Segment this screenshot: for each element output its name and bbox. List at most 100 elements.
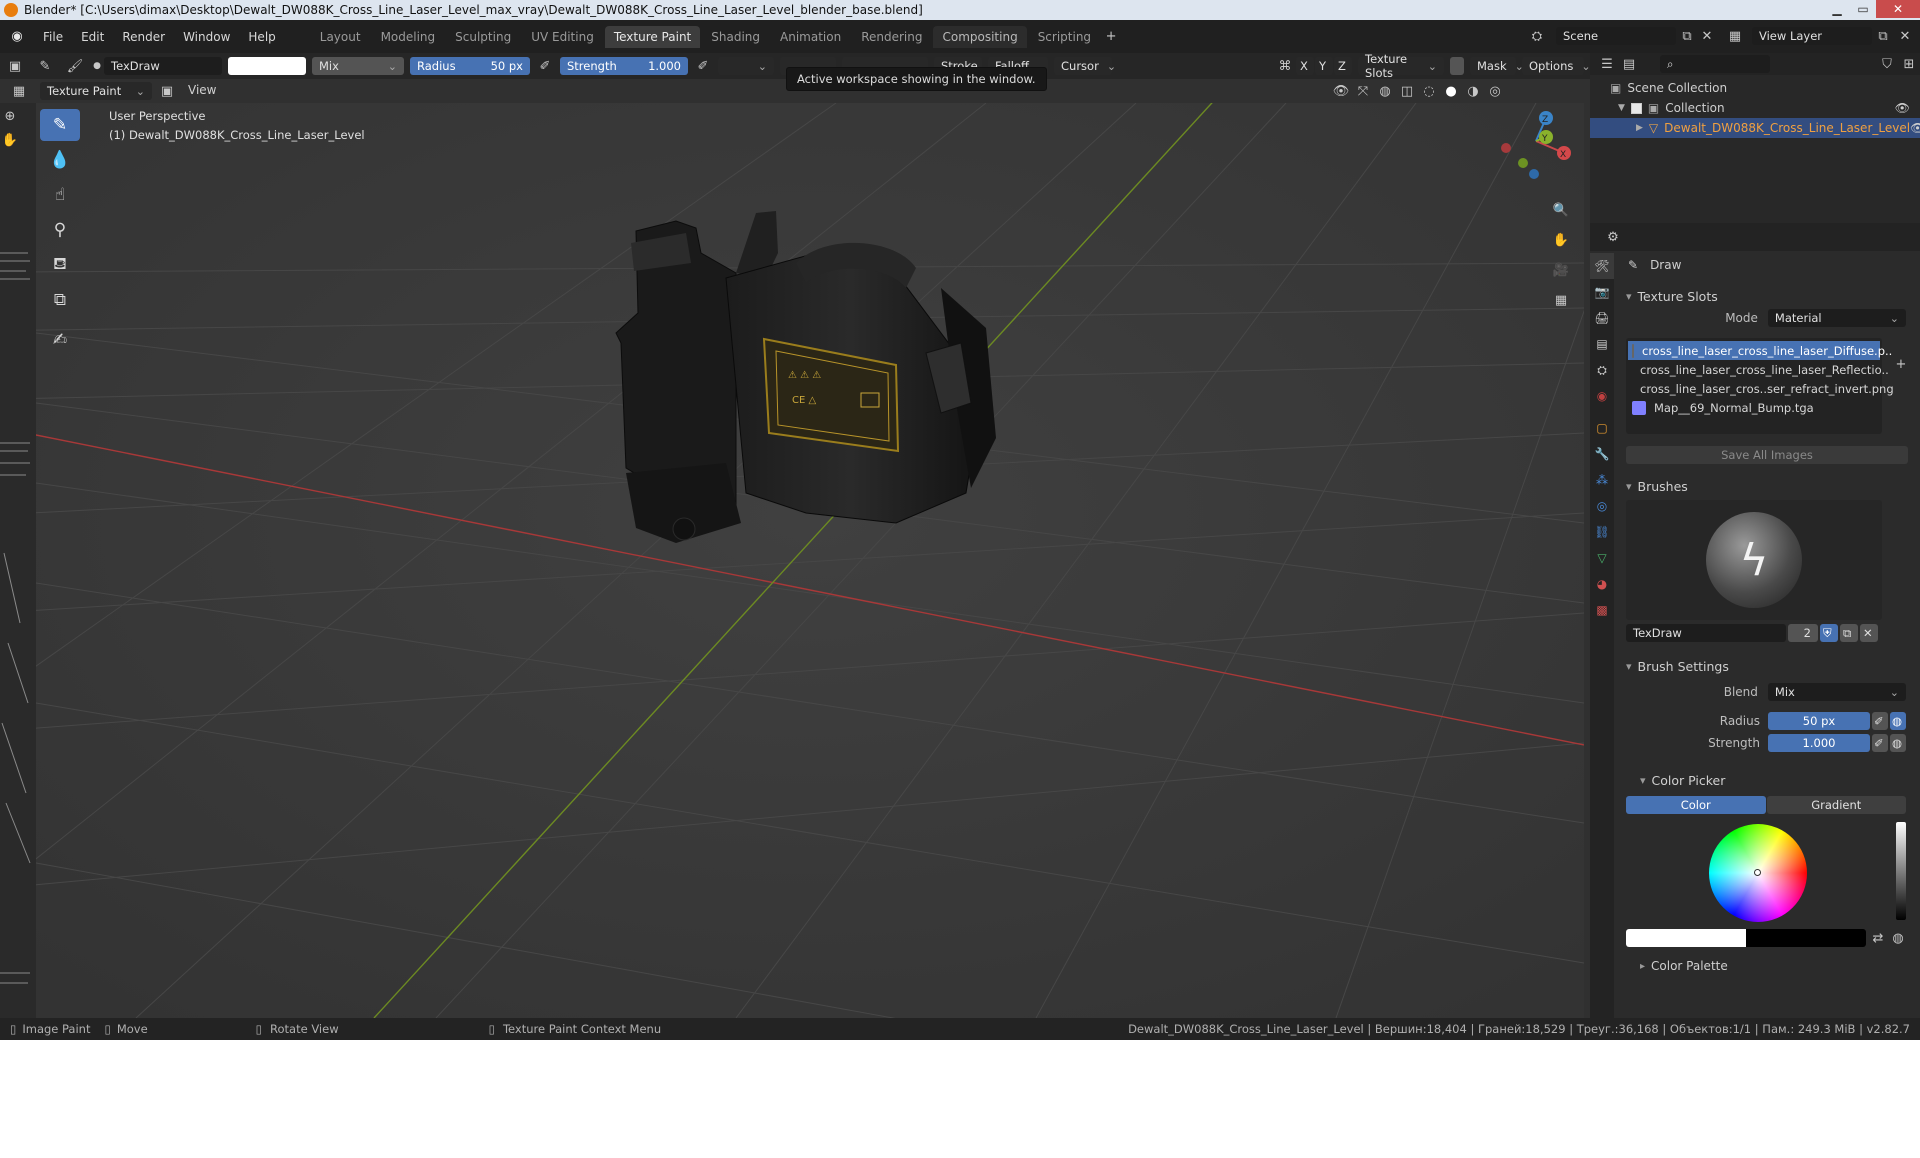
brush-color-swatch[interactable] bbox=[228, 57, 306, 75]
tab-modeling[interactable]: Modeling bbox=[372, 26, 445, 48]
render-tab-icon[interactable]: 📷 bbox=[1590, 279, 1614, 305]
radius-slider[interactable]: Radius 50 px bbox=[410, 57, 530, 75]
radius-unit-icon[interactable]: ◍ bbox=[1890, 712, 1906, 730]
brush-name-field[interactable]: TexDraw bbox=[104, 57, 222, 75]
mask-dropdown[interactable]: Mask bbox=[1470, 57, 1516, 75]
tool-settings-icon[interactable]: ✎ bbox=[30, 56, 60, 76]
solid-shading-icon[interactable]: ● bbox=[1440, 81, 1462, 101]
fake-user-icon[interactable]: ● bbox=[90, 56, 104, 76]
gradient-tab[interactable]: Gradient bbox=[1766, 796, 1906, 814]
wireframe-shading-icon[interactable]: ◌ bbox=[1418, 81, 1440, 101]
add-slot-icon[interactable]: + bbox=[1890, 354, 1912, 374]
radius-pressure-icon[interactable]: ✐ bbox=[536, 56, 554, 76]
mirror-x-toggle[interactable]: X bbox=[1296, 57, 1314, 75]
pan-view-icon[interactable]: ✋ bbox=[1550, 225, 1572, 255]
outliner-search-input[interactable]: ⌕ bbox=[1660, 55, 1770, 73]
new-view-layer-icon[interactable]: ⧉ bbox=[1872, 26, 1894, 46]
tab-scripting[interactable]: Scripting bbox=[1029, 26, 1100, 48]
blend-value-dropdown[interactable]: Mix bbox=[1767, 683, 1906, 701]
unified-color-icon[interactable]: ◍ bbox=[1888, 928, 1908, 948]
menu-render[interactable]: Render bbox=[113, 30, 174, 44]
strength-unified-icon[interactable]: ◍ bbox=[1890, 734, 1906, 752]
expand-arrow-icon[interactable]: ▶ bbox=[1636, 123, 1643, 133]
secondary-color-swatch[interactable] bbox=[1746, 929, 1866, 947]
primary-color-swatch[interactable] bbox=[1626, 929, 1746, 947]
brush-dropdown[interactable] bbox=[718, 57, 774, 75]
soften-tool-icon[interactable]: 💧 bbox=[40, 144, 80, 176]
object-tab-icon[interactable]: ▢ bbox=[1590, 415, 1614, 441]
eye-icon[interactable]: 👁 bbox=[1895, 101, 1910, 115]
view-menu[interactable]: View bbox=[188, 83, 216, 97]
menu-file[interactable]: File bbox=[34, 30, 72, 44]
camera-view-icon[interactable]: 🎥 bbox=[1550, 255, 1572, 285]
filter-icon[interactable]: ⛉ bbox=[1876, 54, 1898, 74]
close-button[interactable]: ✕ bbox=[1876, 0, 1920, 18]
value-slider[interactable] bbox=[1896, 822, 1906, 920]
brush-preview[interactable]: ϟ bbox=[1626, 500, 1882, 620]
unlink-brush-icon[interactable]: ✕ bbox=[1860, 624, 1878, 642]
smear-tool-icon[interactable]: ☝ bbox=[40, 179, 80, 211]
blend-dropdown[interactable]: Mix bbox=[312, 57, 404, 75]
menu-edit[interactable]: Edit bbox=[72, 30, 113, 44]
scene-icon[interactable]: ⛭ bbox=[1526, 26, 1548, 46]
tab-uv-editing[interactable]: UV Editing bbox=[522, 26, 603, 48]
texture-slot[interactable]: cross_line_laser_cros..ser_refract_inver… bbox=[1628, 379, 1894, 398]
texture-slots-panel-header[interactable]: Texture Slots bbox=[1622, 286, 1912, 306]
menu-window[interactable]: Window bbox=[174, 30, 239, 44]
add-workspace-icon[interactable]: + bbox=[1100, 27, 1122, 47]
radius-pressure-icon[interactable]: ✐ bbox=[1872, 712, 1888, 730]
tab-compositing[interactable]: Compositing bbox=[933, 25, 1027, 48]
constraints-tab-icon[interactable]: ⛓ bbox=[1590, 519, 1614, 545]
display-mode-icon[interactable]: ▤ bbox=[1618, 54, 1640, 74]
mask-tool-icon[interactable]: ⧉ bbox=[40, 284, 80, 316]
scene-name-field[interactable]: Scene bbox=[1556, 27, 1676, 45]
tab-texture-paint[interactable]: Texture Paint bbox=[604, 25, 701, 48]
radius-row-slider[interactable]: 50 px bbox=[1768, 712, 1870, 730]
color-tab[interactable]: Color bbox=[1626, 796, 1766, 814]
blender-menu-icon[interactable]: ◉ bbox=[0, 27, 34, 47]
symmetry-icon[interactable]: ⌘ bbox=[1274, 56, 1296, 76]
mode-value-dropdown[interactable]: Material bbox=[1767, 309, 1906, 327]
menu-help[interactable]: Help bbox=[239, 30, 284, 44]
strength-row-slider[interactable]: 1.000 bbox=[1768, 734, 1870, 752]
options-dropdown[interactable]: Options bbox=[1522, 57, 1584, 75]
view-layer-tab-icon[interactable]: ▤ bbox=[1590, 331, 1614, 357]
modifier-tab-icon[interactable]: 🔧 bbox=[1590, 441, 1614, 467]
fake-user-shield-icon[interactable]: ⛨ bbox=[1820, 624, 1838, 642]
tab-layout[interactable]: Layout bbox=[311, 26, 370, 48]
ortho-toggle-icon[interactable]: ▦ bbox=[1550, 285, 1572, 315]
rendered-shading-icon[interactable]: ◎ bbox=[1484, 81, 1506, 101]
cursor-dropdown[interactable]: Cursor bbox=[1054, 57, 1112, 75]
draw-tool-icon[interactable]: ✎ bbox=[40, 109, 80, 141]
new-scene-icon[interactable]: ⧉ bbox=[1676, 26, 1698, 46]
color-palette-panel-header[interactable]: ▸ Color Palette bbox=[1622, 956, 1912, 976]
new-collection-icon[interactable]: ⊞ bbox=[1898, 54, 1920, 74]
outliner-collection[interactable]: ▼ ▣ Collection 👁 bbox=[1590, 98, 1920, 118]
world-tab-icon[interactable]: ◉ bbox=[1590, 383, 1614, 409]
save-all-images-button[interactable]: Save All Images bbox=[1626, 446, 1908, 464]
swap-colors-icon[interactable]: ⇄ bbox=[1868, 928, 1888, 948]
strength-pressure-icon[interactable]: ✐ bbox=[1872, 734, 1888, 752]
scene-tab-icon[interactable]: ⛭ bbox=[1590, 357, 1614, 383]
color-wheel-cursor[interactable] bbox=[1754, 869, 1761, 876]
brush-name-input[interactable]: TexDraw bbox=[1626, 624, 1786, 642]
tab-sculpting[interactable]: Sculpting bbox=[446, 26, 520, 48]
color-wheel[interactable] bbox=[1709, 824, 1807, 922]
outliner-editor-icon[interactable]: ☰ bbox=[1596, 54, 1618, 74]
outliner-scene-collection[interactable]: ▣ Scene Collection bbox=[1590, 78, 1920, 98]
maximize-button[interactable]: ▭ bbox=[1850, 0, 1876, 18]
physics-tab-icon[interactable]: ◎ bbox=[1590, 493, 1614, 519]
color-picker-panel-header[interactable]: Color Picker bbox=[1622, 770, 1912, 790]
zoom-icon[interactable]: ⊕ bbox=[0, 106, 20, 126]
particles-tab-icon[interactable]: ⁂ bbox=[1590, 467, 1614, 493]
texture-slot[interactable]: cross_line_laser_cross_line_laser_Diffus… bbox=[1628, 341, 1892, 360]
outliner-object[interactable]: ▶ ▽ Dewalt_DW088K_Cross_Line_Laser_Level… bbox=[1590, 118, 1920, 138]
mirror-z-toggle[interactable]: Z bbox=[1334, 57, 1352, 75]
duplicate-brush-icon[interactable]: ⧉ bbox=[1840, 624, 1858, 642]
texture-tab-icon[interactable]: ▩ bbox=[1590, 597, 1614, 623]
minimize-button[interactable]: ▁ bbox=[1824, 0, 1850, 18]
brush-settings-panel-header[interactable]: Brush Settings bbox=[1622, 656, 1912, 676]
annotate-tool-icon[interactable]: ✍ bbox=[40, 324, 80, 356]
view-editor-type-icon[interactable]: ▦ bbox=[8, 81, 30, 101]
tool-tab-icon[interactable]: 🛠 bbox=[1590, 253, 1614, 279]
